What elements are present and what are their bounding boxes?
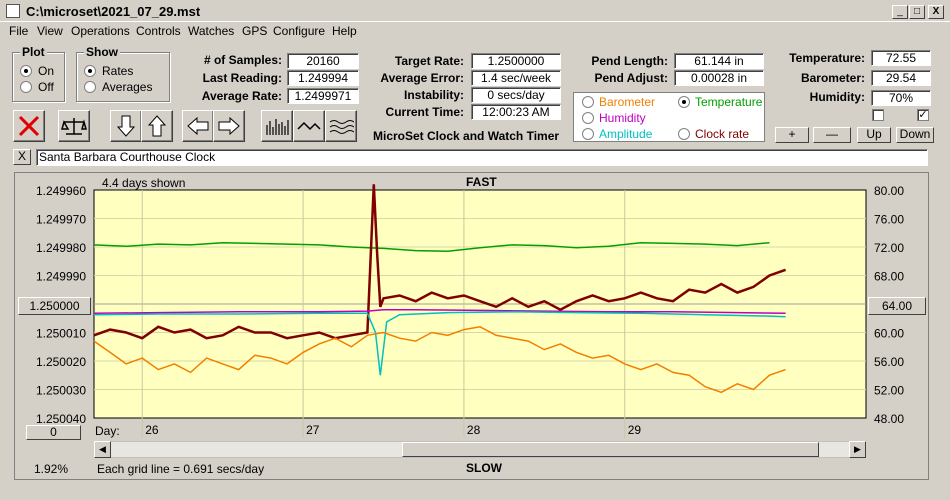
right-tick-label: 60.00 (874, 327, 904, 341)
right-tick-label: 72.00 (874, 241, 904, 255)
left-tick-label: 1.249980 (36, 241, 86, 255)
left-tick-label: 1.250020 (36, 355, 86, 369)
left-tick-label: 1.250010 (36, 327, 86, 341)
right-tick-label: 76.00 (874, 213, 904, 227)
right-tick-label: 48.00 (874, 412, 904, 426)
left-tick-label: 1.249990 (36, 270, 86, 284)
left-tick-label: 1.250030 (36, 384, 86, 398)
right-tick-label: 68.00 (874, 270, 904, 284)
day-tick-label: 27 (306, 423, 320, 437)
right-tick-label: 80.00 (874, 184, 904, 198)
right-tick-label: 56.00 (874, 355, 904, 369)
left-tick-label: 1.249970 (36, 213, 86, 227)
day-tick-label: 29 (628, 423, 642, 437)
right-tick-label: 52.00 (874, 384, 904, 398)
day-tick-label: 28 (467, 423, 481, 437)
rate-chart: 1.249960 1.249970 1.249980 1.249990 1.250010… (36, 184, 904, 438)
left-tick-label: 1.249960 (36, 184, 86, 198)
left-tick-label: 1.250040 (36, 412, 86, 426)
day-tick-label: 26 (145, 423, 159, 437)
